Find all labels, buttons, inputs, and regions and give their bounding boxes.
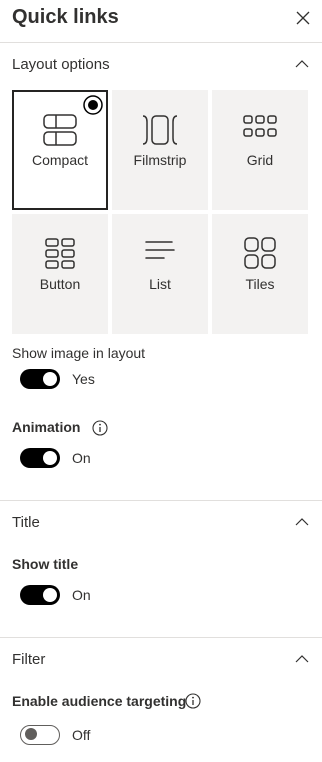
chevron-up-icon (295, 518, 309, 526)
layout-option-tiles[interactable]: Tiles (212, 214, 308, 334)
panel-title: Quick links (12, 6, 119, 28)
audience-targeting-state: Off (72, 727, 91, 743)
grid-layout-icon (243, 115, 277, 137)
toggle-knob (25, 728, 37, 740)
info-icon[interactable] (185, 693, 201, 709)
show-title-label: Show title (12, 556, 79, 572)
compact-layout-icon (43, 114, 77, 146)
section-label: Filter (12, 651, 46, 668)
chevron-up-icon (295, 655, 309, 663)
layout-option-button[interactable]: Button (12, 214, 108, 334)
button-layout-icon (45, 238, 75, 269)
layout-options-header[interactable]: Layout options (0, 50, 322, 80)
layout-option-label: Filmstrip (133, 152, 187, 168)
animation-label: Animation (12, 419, 81, 435)
show-image-label: Show image in layout (12, 345, 146, 361)
panel-header: Quick links (0, 0, 322, 43)
toggle-knob (43, 451, 57, 465)
section-label: Title (12, 514, 40, 531)
section-divider (0, 500, 322, 501)
animation-state: On (72, 450, 91, 466)
layout-options-grid: Compact Filmstrip Grid Button List Tiles (12, 90, 309, 334)
layout-option-list[interactable]: List (112, 214, 208, 334)
section-label: Layout options (12, 56, 110, 73)
filmstrip-layout-icon (142, 115, 178, 145)
layout-option-label: Button (39, 276, 81, 292)
chevron-up-icon (295, 60, 309, 68)
audience-targeting-label: Enable audience targeting (12, 693, 187, 709)
layout-option-filmstrip[interactable]: Filmstrip (112, 90, 208, 210)
layout-option-label: Grid (246, 152, 274, 168)
layout-option-compact[interactable]: Compact (12, 90, 108, 210)
layout-option-label: Compact (31, 152, 89, 168)
filter-section-header[interactable]: Filter (0, 645, 322, 675)
title-section-header[interactable]: Title (0, 508, 322, 538)
show-image-toggle[interactable] (20, 369, 60, 389)
layout-option-label: List (149, 276, 171, 292)
radio-selected-icon (83, 95, 103, 115)
toggle-knob (43, 372, 57, 386)
layout-option-grid[interactable]: Grid (212, 90, 308, 210)
list-layout-icon (145, 241, 175, 259)
toggle-knob (43, 588, 57, 602)
show-image-state: Yes (72, 371, 95, 387)
tiles-layout-icon (244, 237, 276, 269)
audience-targeting-toggle[interactable] (20, 725, 60, 745)
info-icon[interactable] (92, 420, 108, 436)
show-title-toggle[interactable] (20, 585, 60, 605)
layout-option-label: Tiles (245, 276, 275, 292)
close-icon[interactable] (294, 9, 312, 27)
show-title-state: On (72, 587, 91, 603)
section-divider (0, 637, 322, 638)
animation-toggle[interactable] (20, 448, 60, 468)
